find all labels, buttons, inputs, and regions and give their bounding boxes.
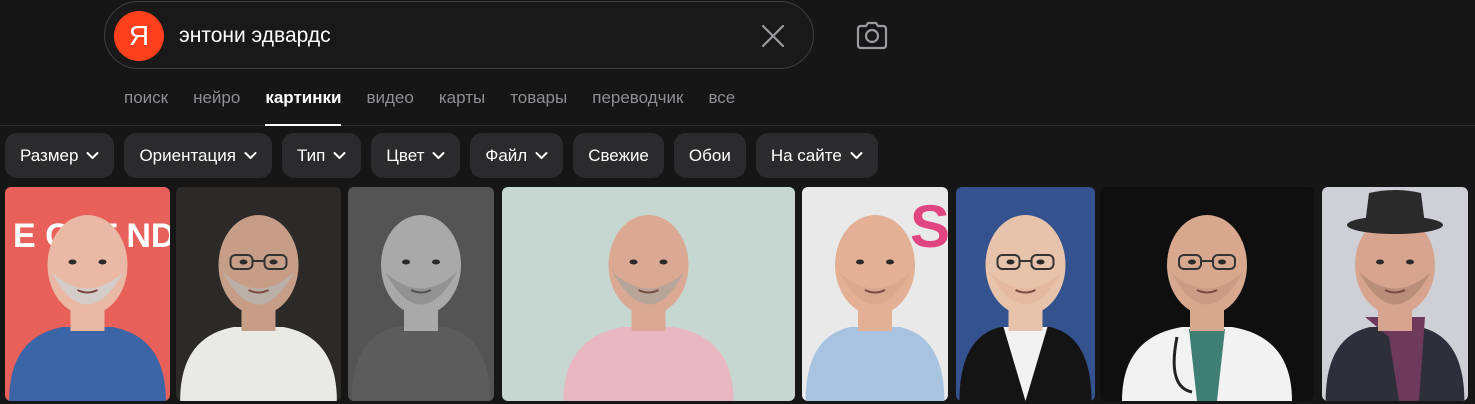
header: Я поиск нейро картинки видео карты товары пере…	[0, 0, 1475, 126]
portrait-image	[502, 187, 795, 401]
image-result-thumbnail[interactable]	[1100, 187, 1314, 401]
filter-chip-4[interactable]: Файл	[470, 133, 564, 178]
image-result-thumbnail[interactable]	[956, 187, 1095, 401]
filter-label: Тип	[296, 145, 326, 165]
tab-5[interactable]: товары	[510, 88, 567, 126]
filter-chip-0[interactable]: Размер	[5, 133, 115, 178]
portrait-image	[348, 187, 494, 401]
chevron-down-icon	[86, 152, 99, 159]
tab-3[interactable]: видео	[366, 88, 413, 126]
image-result-thumbnail[interactable]	[176, 187, 341, 401]
filter-label: Обои	[688, 145, 731, 165]
clear-search-button[interactable]	[757, 20, 789, 52]
filter-label: На сайте	[770, 145, 842, 165]
tab-2[interactable]: картинки	[265, 88, 342, 126]
image-result-thumbnail[interactable]	[1322, 187, 1468, 401]
svg-text:SI: SI	[910, 193, 948, 260]
camera-icon	[856, 21, 888, 50]
filter-chip-5[interactable]: Свежие	[573, 133, 664, 178]
tab-4[interactable]: карты	[439, 88, 485, 126]
chevron-down-icon	[432, 152, 445, 159]
chevron-down-icon	[535, 152, 548, 159]
filter-label: Свежие	[588, 145, 649, 165]
image-result-thumbnail[interactable]: E OUT NDS	[5, 187, 170, 401]
image-results: E OUT NDS SI	[0, 187, 1475, 404]
portrait-image	[1322, 187, 1468, 401]
image-result-thumbnail[interactable]	[348, 187, 494, 401]
tab-7[interactable]: все	[708, 88, 735, 126]
portrait-image: E OUT NDS	[5, 187, 170, 401]
image-result-thumbnail[interactable]	[502, 187, 795, 401]
tab-6[interactable]: переводчик	[592, 88, 683, 126]
portrait-image	[176, 187, 341, 401]
search-input[interactable]	[179, 20, 739, 52]
filter-label: Размер	[20, 145, 79, 165]
portrait-image: SI	[802, 187, 948, 401]
tab-1[interactable]: нейро	[193, 88, 240, 126]
tab-0[interactable]: поиск	[124, 88, 168, 126]
yandex-logo[interactable]: Я	[114, 11, 164, 61]
filter-bar: Размер Ориентация Тип Цвет Файл Свежие Обои На …	[5, 133, 878, 178]
image-result-thumbnail[interactable]: SI	[802, 187, 948, 401]
search-tabs: поиск нейро картинки видео карты товары перево…	[124, 88, 760, 126]
chevron-down-icon	[244, 152, 257, 159]
filter-chip-1[interactable]: Ориентация	[124, 133, 272, 178]
image-search-button[interactable]	[852, 17, 892, 55]
filter-label: Цвет	[386, 145, 425, 165]
chevron-down-icon	[850, 152, 863, 159]
close-icon	[761, 24, 785, 48]
filter-label: Файл	[485, 145, 528, 165]
filter-chip-2[interactable]: Тип	[281, 133, 362, 178]
search-box[interactable]: Я	[104, 1, 814, 69]
chevron-down-icon	[333, 152, 346, 159]
filter-label: Ориентация	[139, 145, 236, 165]
filter-chip-7[interactable]: На сайте	[755, 133, 878, 178]
portrait-image	[956, 187, 1095, 401]
portrait-image	[1100, 187, 1314, 401]
filter-chip-6[interactable]: Обои	[673, 133, 746, 178]
filter-chip-3[interactable]: Цвет	[371, 133, 461, 178]
